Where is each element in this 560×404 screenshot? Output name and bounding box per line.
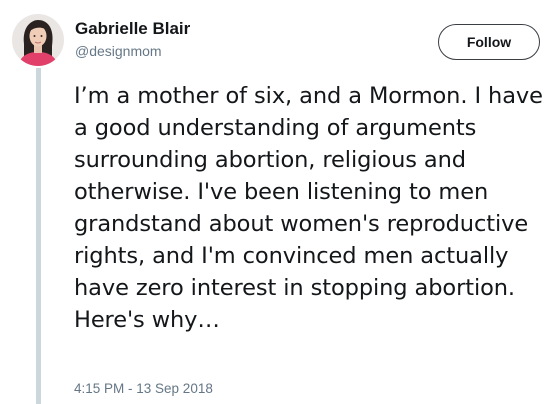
avatar-image: [12, 14, 64, 66]
tweet-timestamp[interactable]: 4:15 PM - 13 Sep 2018: [74, 380, 213, 398]
avatar[interactable]: [12, 14, 64, 66]
author-handle[interactable]: @designmom: [75, 42, 190, 60]
author-display-name[interactable]: Gabrielle Blair: [75, 18, 190, 40]
tweet-text: I’m a mother of six, and a Mormon. I hav…: [74, 83, 543, 333]
thread-connector-line: [36, 68, 41, 404]
tweet-header: Gabrielle Blair @designmom: [75, 18, 190, 60]
follow-button[interactable]: Follow: [438, 24, 540, 60]
